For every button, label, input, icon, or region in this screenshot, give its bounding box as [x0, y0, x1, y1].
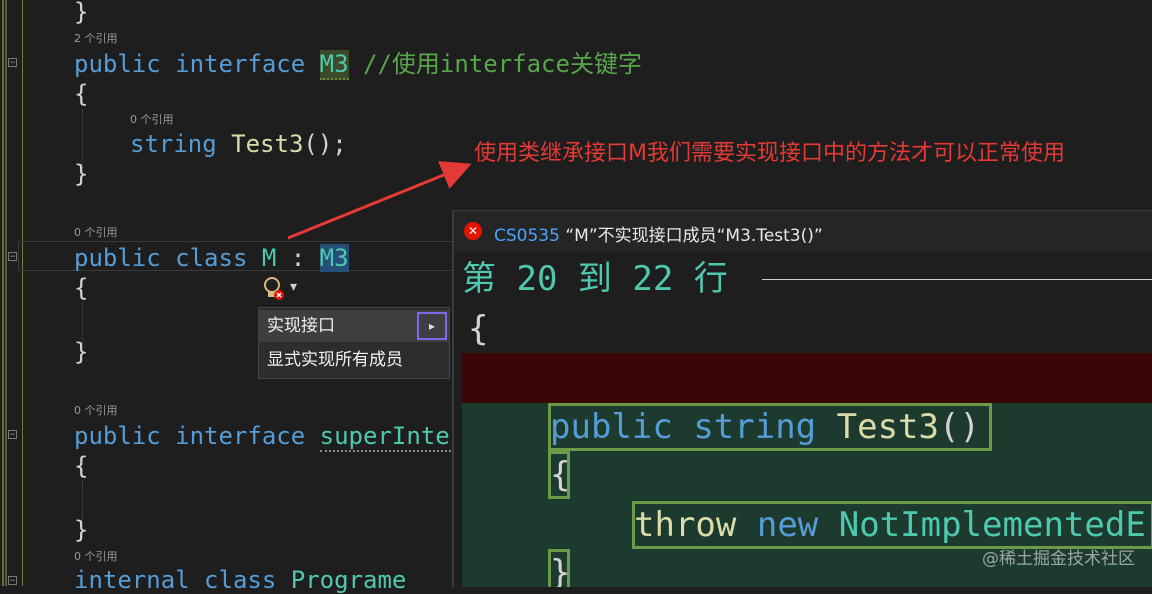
punctuation: () [938, 407, 980, 447]
menu-item-label: 实现接口 [267, 316, 335, 336]
reference-count[interactable]: 0 个引用 [74, 402, 118, 418]
preview-line: throw new NotImplementedE [634, 503, 1146, 547]
type-name: M3 [319, 50, 349, 80]
error-description: CS0535 “M”不实现接口成员“M3.Test3()” [494, 221, 823, 246]
reference-count[interactable]: 0 个引用 [74, 548, 118, 564]
keyword: throw [634, 505, 737, 545]
type-name: M [261, 244, 277, 272]
menu-item-implement-interface[interactable]: 实现接口 ▸ [259, 310, 449, 342]
preview-line: { [550, 455, 571, 495]
gutter-change-bar [2, 0, 4, 586]
code-line[interactable]: public interface superInterf [74, 422, 479, 452]
code-comment: //使用interface关键字 [363, 50, 642, 78]
keyword: public [74, 422, 161, 450]
submenu-arrow-icon[interactable]: ▸ [417, 312, 447, 340]
chevron-down-icon[interactable]: ▾ [290, 279, 297, 295]
type-name: NotImplementedE [838, 505, 1146, 545]
keyword: internal [74, 566, 190, 594]
code-line[interactable]: } [74, 160, 88, 188]
fold-toggle[interactable]: − [8, 252, 17, 262]
quick-actions-button[interactable]: ▾ [258, 275, 308, 303]
menu-item-label: 显式实现所有成员 [267, 350, 403, 370]
code-line[interactable]: public interface M3 //使用interface关键字 [74, 50, 642, 80]
code-line[interactable]: internal class Programe [74, 566, 406, 594]
menu-item-explicit-implement[interactable]: 显式实现所有成员 [259, 344, 449, 376]
code-line[interactable]: { [74, 80, 88, 108]
removed-line-highlight [462, 353, 1152, 403]
keyword: string [130, 130, 217, 158]
preview-header: ✕ CS0535 “M”不实现接口成员“M3.Test3()” [454, 211, 1152, 251]
preview-line: public string Test3() [550, 405, 980, 449]
keyword: interface [175, 50, 306, 78]
keyword: interface [175, 422, 306, 450]
code-line[interactable]: { [74, 274, 88, 302]
keyword: new [756, 505, 819, 545]
type-name: Programe [290, 566, 407, 594]
fold-toggle[interactable]: − [8, 58, 17, 68]
keyword: class [204, 566, 277, 594]
fold-toggle[interactable]: − [8, 576, 17, 586]
code-line[interactable]: } [74, 338, 88, 366]
quick-actions-menu: 实现接口 ▸ 显式实现所有成员 [258, 307, 450, 379]
code-fix-preview: ✕ CS0535 “M”不实现接口成员“M3.Test3()” 第 20 到 2… [452, 210, 1152, 587]
method-name: Test3 [836, 407, 939, 447]
error-code-link[interactable]: CS0535 [494, 226, 560, 246]
gutter-change-bar [22, 0, 23, 586]
code-line[interactable]: { [74, 452, 88, 480]
fold-toggle[interactable]: − [8, 430, 17, 440]
lightbulb-error-icon[interactable] [258, 275, 308, 303]
divider [762, 279, 1152, 280]
annotation-arrow [287, 161, 472, 240]
keyword: public [550, 407, 673, 447]
gutter-change-bar [5, 0, 7, 586]
reference-count[interactable]: 0 个引用 [130, 111, 174, 127]
watermark: @稀土掘金技术社区 [982, 549, 1135, 569]
code-line[interactable]: } [74, 516, 88, 544]
reference-count[interactable]: 0 个引用 [74, 224, 118, 240]
line-range: 第 20 到 22 行 [462, 259, 728, 299]
code-line[interactable]: } [74, 0, 88, 26]
keyword: public [74, 50, 161, 78]
keyword: public [74, 244, 161, 272]
keyword: class [175, 244, 248, 272]
preview-line: } [550, 553, 571, 587]
preview-line: { [468, 309, 489, 349]
keyword: string [693, 407, 817, 447]
error-icon: ✕ [464, 222, 482, 240]
reference-count[interactable]: 2 个引用 [74, 30, 118, 46]
error-message: “M”不实现接口成员“M3.Test3()” [559, 226, 823, 246]
annotation-text: 使用类继承接口M我们需要实现接口中的方法才可以正常使用 [474, 141, 1065, 166]
